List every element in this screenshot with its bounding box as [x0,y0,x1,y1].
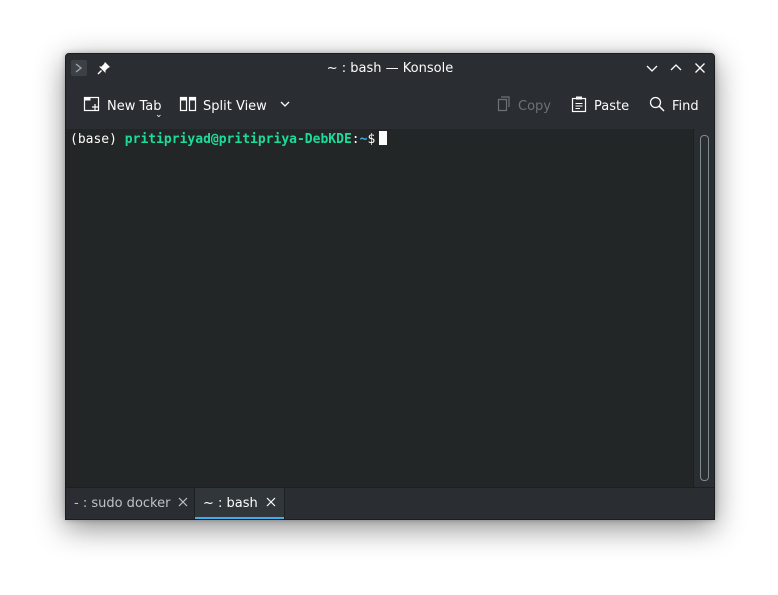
find-label: Find [672,98,699,114]
copy-label: Copy [518,98,551,114]
split-view-label: Split View [203,98,267,114]
tab-label: ~ : bash [203,496,258,511]
title-bar[interactable]: ~ : bash — Konsole [66,54,714,82]
vertical-scrollbar[interactable] [693,129,714,487]
maximize-icon[interactable] [668,60,684,76]
split-view-icon [179,95,197,117]
find-button[interactable]: Find [648,90,699,122]
konsole-window: ~ : bash — Konsole New Tab ⌄ Split View … [65,53,715,520]
tab-bar: - : sudo docker ~ : bash [66,487,714,519]
close-icon[interactable] [692,60,708,76]
terminal-output[interactable]: (base) pritipriyad@pritipriya-DebKDE:~$ [66,129,693,487]
paste-button[interactable]: Paste [570,90,629,122]
scrollbar-handle[interactable] [700,135,709,481]
new-tab-icon [83,95,101,117]
prompt-symbol: $ [367,132,376,147]
search-icon [648,95,666,117]
prompt-colon: : [351,132,360,147]
paste-label: Paste [594,98,630,114]
tab-bash[interactable]: ~ : bash [194,488,285,519]
tab-close-icon[interactable] [266,496,276,511]
split-view-button[interactable]: Split View [179,90,291,122]
new-tab-dropdown-icon[interactable]: ⌄ [155,110,163,120]
window-title: ~ : bash — Konsole [326,61,454,76]
conda-env: (base) [70,132,117,147]
copy-icon [494,95,512,117]
tab-label: - : sudo docker [74,496,171,511]
prompt-line: (base) pritipriyad@pritipriya-DebKDE:~$ [70,131,388,148]
chevron-down-icon[interactable] [279,98,291,114]
paste-icon [570,95,588,117]
new-tab-label: New Tab [107,98,162,114]
text-cursor [379,131,388,145]
new-tab-button[interactable]: New Tab ⌄ [83,90,163,122]
main-toolbar: New Tab ⌄ Split View Copy Paste Find [66,82,714,130]
minimize-icon[interactable] [644,60,660,76]
user-host: pritipriyad@pritipriya-DebKDE [124,132,352,147]
tab-sudo-docker[interactable]: - : sudo docker [66,488,196,519]
copy-button[interactable]: Copy [494,90,551,122]
tab-close-icon[interactable] [178,496,188,511]
